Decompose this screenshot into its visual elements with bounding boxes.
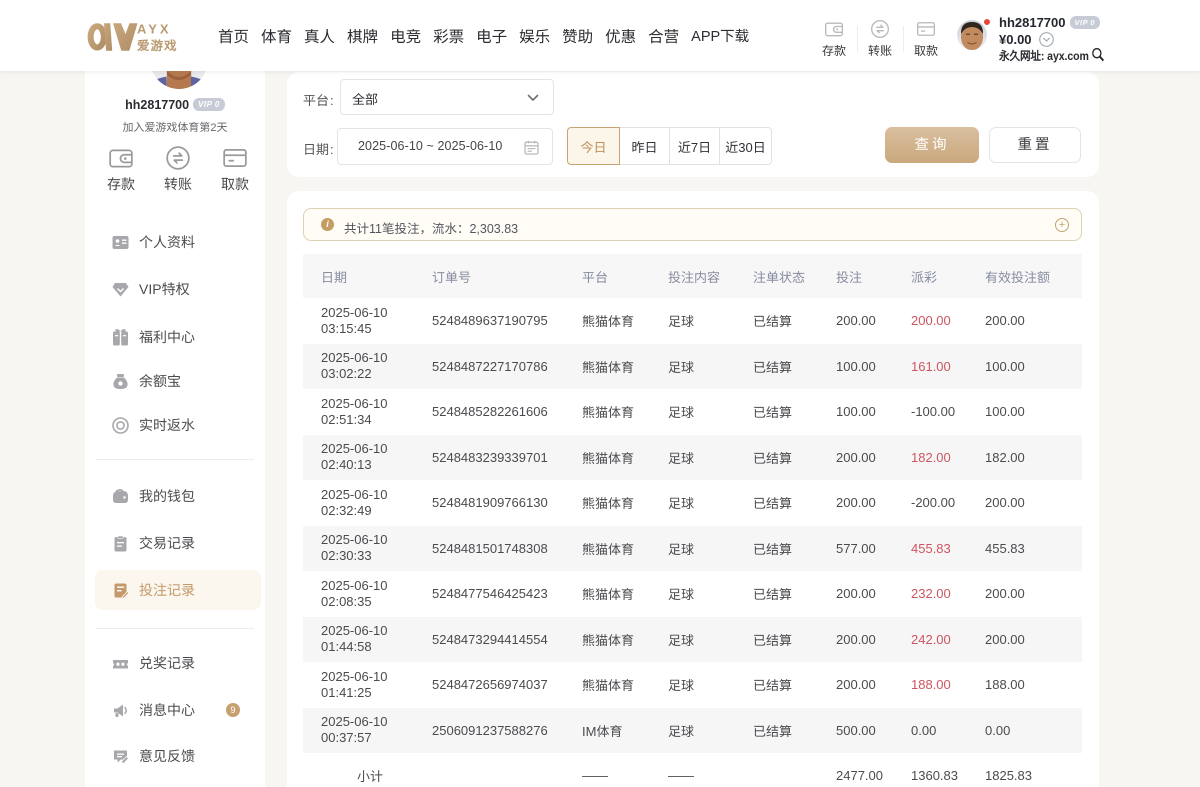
svg-text:爱游戏: 爱游戏 <box>137 35 178 54</box>
